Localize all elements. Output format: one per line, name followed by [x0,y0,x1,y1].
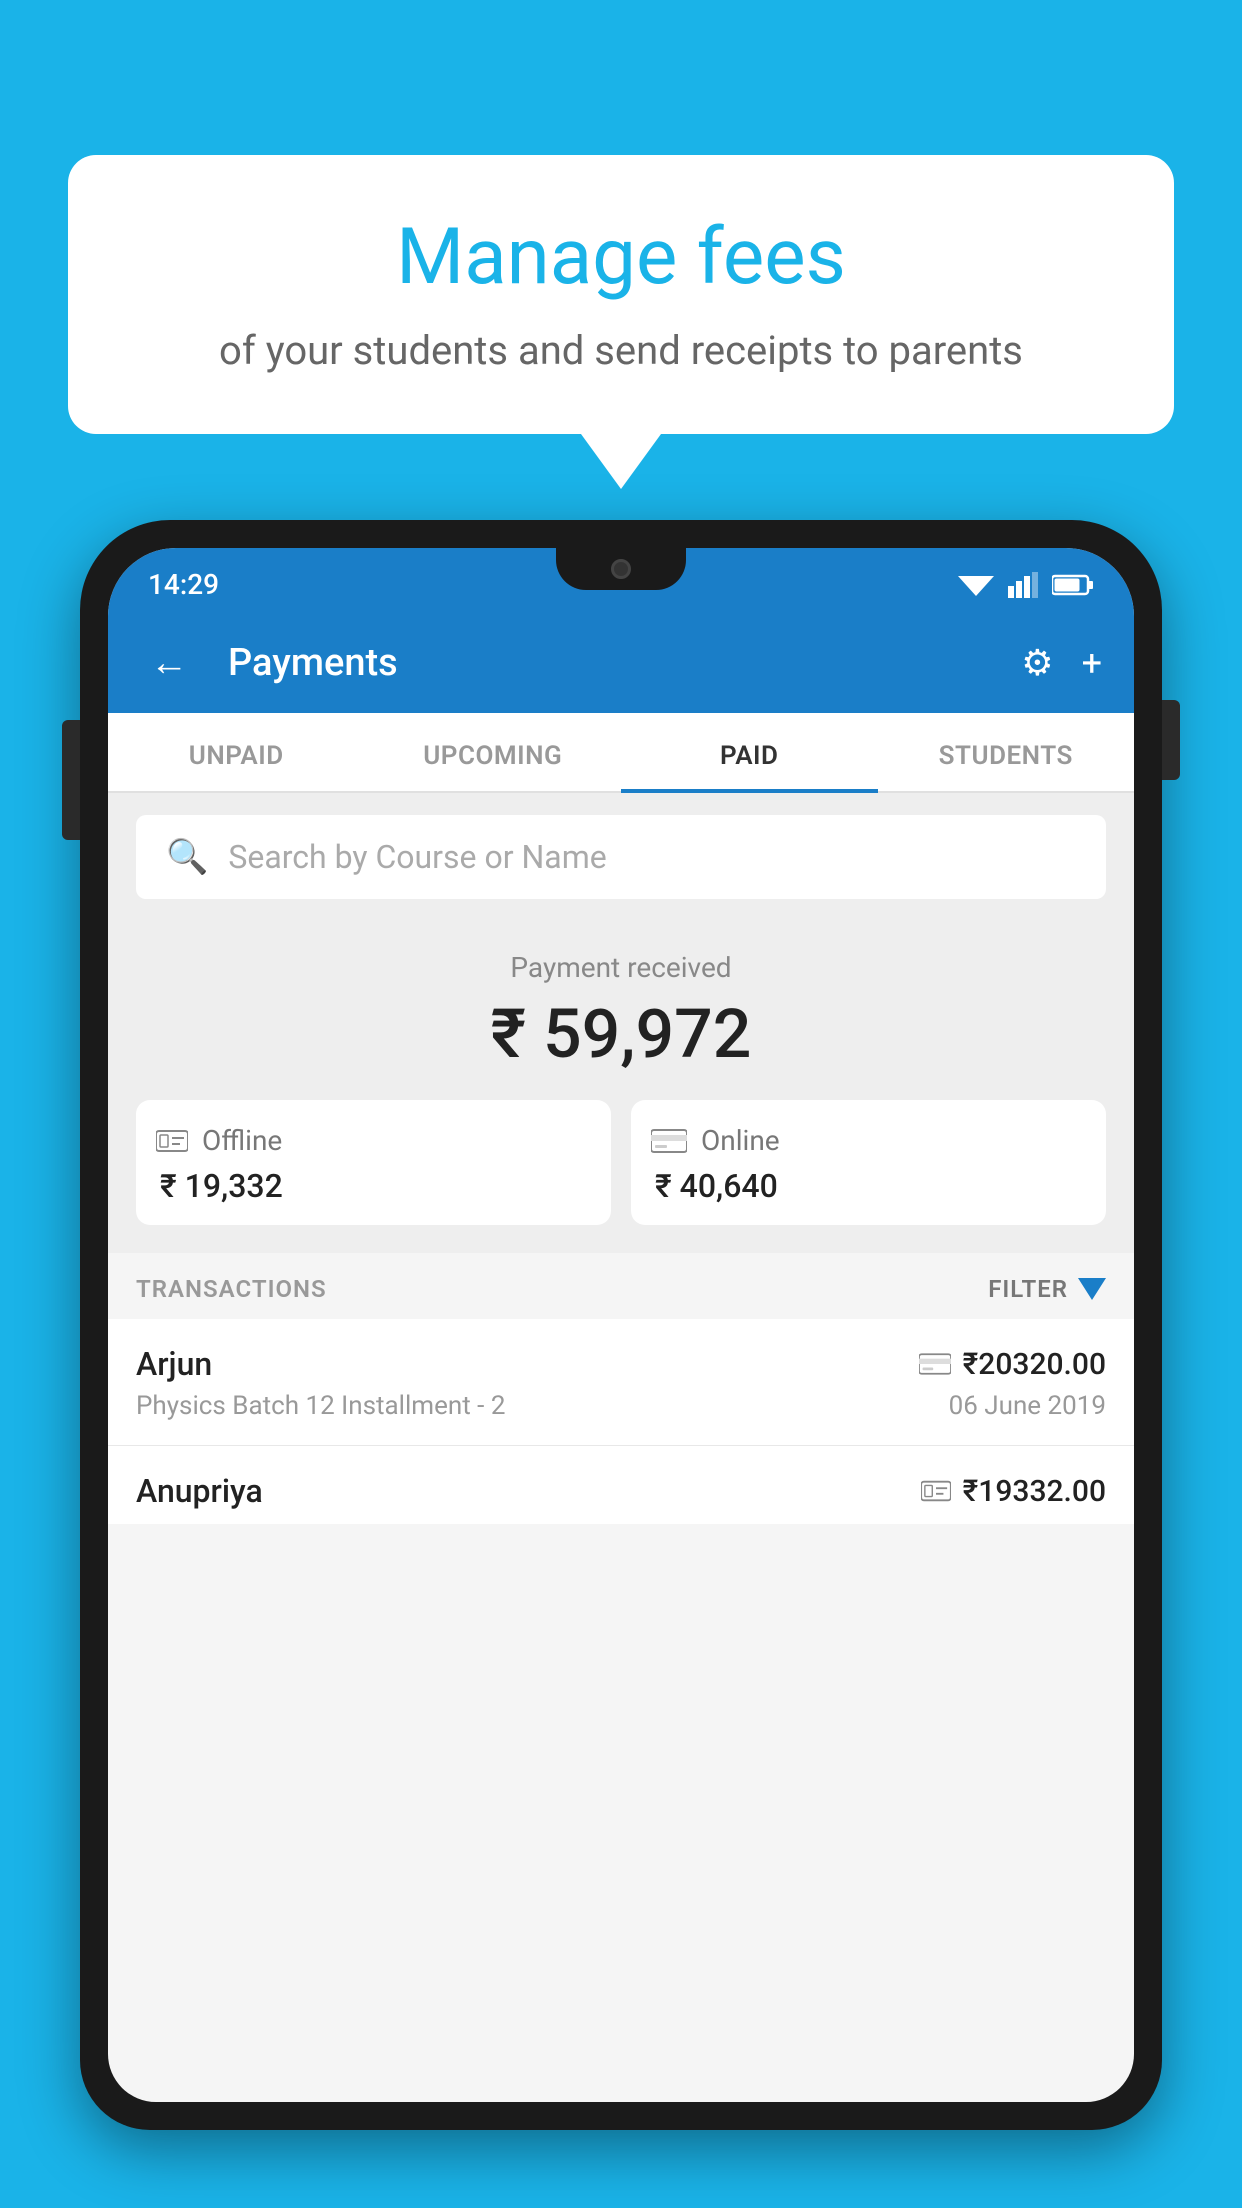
speech-bubble-container: Manage fees of your students and send re… [68,155,1174,489]
bubble-arrow [581,434,661,489]
phone-container: 14:29 [80,520,1162,2208]
online-label: Online [701,1124,780,1157]
cash-icon [156,1127,188,1155]
transaction-name: Arjun [136,1345,212,1383]
search-icon: 🔍 [166,837,208,877]
tab-unpaid[interactable]: UNPAID [108,713,365,791]
table-row[interactable]: Arjun ₹20320.00 Physics [108,1319,1134,1446]
status-time: 14:29 [148,568,219,601]
transactions-label: TRANSACTIONS [136,1275,327,1303]
offline-card: Offline ₹ 19,332 [136,1100,611,1225]
transaction-amount-2: ₹19332.00 [963,1474,1106,1509]
tab-students[interactable]: STUDENTS [878,713,1135,791]
search-bar[interactable]: 🔍 Search by Course or Name [136,815,1106,899]
online-payment-icon [919,1352,951,1376]
tab-upcoming[interactable]: UPCOMING [365,713,622,791]
transaction-top-row: Arjun ₹20320.00 [136,1345,1106,1383]
signal-icon [1008,572,1038,598]
phone-screen: 14:29 [108,548,1134,2102]
transaction-list: Arjun ₹20320.00 Physics [108,1319,1134,1524]
cash-payment-icon [921,1478,951,1504]
bubble-title: Manage fees [138,215,1104,301]
payment-received-label: Payment received [136,951,1106,984]
speech-bubble: Manage fees of your students and send re… [68,155,1174,434]
transaction-amount-partial: ₹19332.00 [921,1474,1106,1509]
search-container: 🔍 Search by Course or Name [108,793,1134,921]
offline-card-header: Offline [156,1124,282,1157]
payment-summary: Payment received ₹ 59,972 [108,921,1134,1253]
app-bar: ← Payments ⚙ + [108,613,1134,713]
phone-outer: 14:29 [80,520,1162,2130]
app-background: Manage fees of your students and send re… [0,0,1242,2208]
online-amount: ₹ 40,640 [655,1167,778,1205]
filter-triangle-icon [1078,1278,1106,1300]
card-icon [651,1128,687,1154]
transaction-course: Physics Batch 12 Installment - 2 [136,1391,505,1421]
app-bar-title: Payments [228,641,1001,685]
search-placeholder: Search by Course or Name [228,838,606,876]
filter-button[interactable]: FILTER [988,1275,1106,1303]
filter-label: FILTER [988,1275,1068,1303]
tabs-bar: UNPAID UPCOMING PAID STUDENTS [108,713,1134,793]
transaction-name-partial: Anupriya [136,1472,263,1510]
gear-icon[interactable]: ⚙ [1021,642,1053,684]
notch-camera [611,559,631,579]
plus-icon[interactable]: + [1082,642,1102,684]
back-button[interactable]: ← [140,631,198,695]
payment-total-amount: ₹ 59,972 [136,994,1106,1074]
app-bar-actions: ⚙ + [1021,642,1102,684]
transaction-bottom-row: Physics Batch 12 Installment - 2 06 June… [136,1391,1106,1421]
status-icons [958,572,1094,598]
transaction-amount: ₹20320.00 [963,1347,1106,1382]
transactions-header: TRANSACTIONS FILTER [108,1253,1134,1319]
notch [556,548,686,590]
bubble-subtitle: of your students and send receipts to pa… [138,323,1104,379]
offline-label: Offline [202,1124,282,1157]
transaction-amount-row: ₹20320.00 [919,1347,1106,1382]
offline-amount: ₹ 19,332 [160,1167,283,1205]
online-card: Online ₹ 40,640 [631,1100,1106,1225]
online-card-header: Online [651,1124,780,1157]
wifi-icon [958,572,994,598]
battery-icon [1052,574,1094,596]
payment-cards: Offline ₹ 19,332 Online [136,1100,1106,1225]
transaction-date: 06 June 2019 [949,1391,1106,1421]
tab-paid[interactable]: PAID [621,713,878,791]
table-row[interactable]: Anupriya ₹19332.00 [108,1446,1134,1524]
